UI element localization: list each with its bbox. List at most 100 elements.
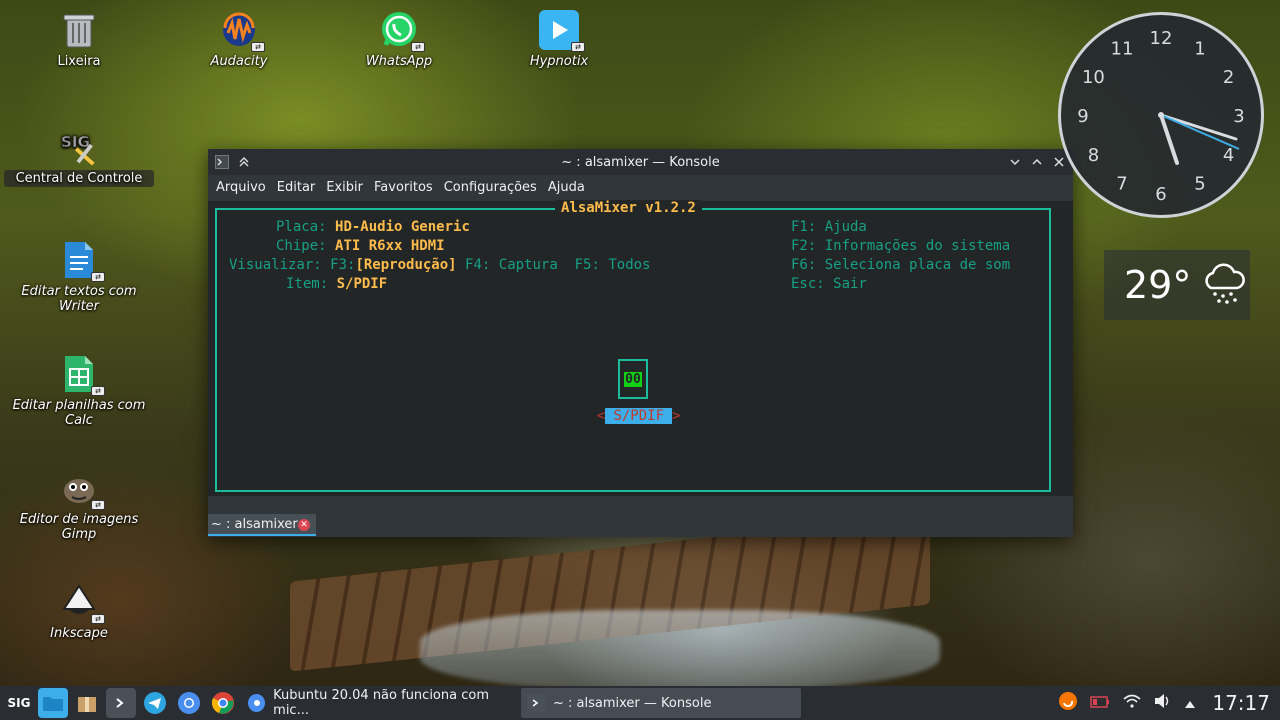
desktop-icon-label: Inkscape	[50, 626, 108, 641]
desktop-icon-label: WhatsApp	[365, 54, 433, 69]
weather-widget[interactable]: 29°	[1104, 250, 1250, 320]
menu-arquivo[interactable]: Arquivo	[212, 180, 273, 195]
desktop-icon-writer[interactable]: ⇄ Editar textos com Writer	[4, 240, 154, 314]
link-badge-icon: ⇄	[91, 614, 105, 624]
volume-icon[interactable]	[1154, 693, 1172, 713]
tab-bar: ~ : alsamixer ✕	[208, 514, 1073, 536]
clock-number: 4	[1223, 145, 1234, 166]
weather-temperature: 29°	[1124, 263, 1192, 307]
taskbar-clock[interactable]: 17:17	[1212, 691, 1270, 715]
alsamixer-title: AlsaMixer v1.2.2	[555, 200, 702, 216]
tab-label: ~ : alsamixer	[211, 516, 298, 532]
spdif-control[interactable]: 00	[618, 359, 648, 399]
konsole-app-icon[interactable]	[212, 152, 232, 172]
menu-configuracoes[interactable]: Configurações	[440, 180, 544, 195]
arrow-right: >	[672, 408, 681, 424]
item-line: Item: S/PDIF	[286, 275, 387, 294]
window-titlebar[interactable]: ~ : alsamixer — Konsole	[208, 149, 1073, 175]
tab-close-icon[interactable]: ✕	[298, 519, 310, 531]
application-launcher-icon[interactable]: SIG	[4, 688, 34, 718]
whatsapp-icon: ⇄	[379, 10, 425, 52]
expand-tray-icon[interactable]	[1184, 694, 1196, 713]
tab-alsamixer[interactable]: ~ : alsamixer ✕	[208, 514, 316, 536]
task-konsole[interactable]: ~ : alsamixer — Konsole	[521, 688, 801, 718]
system-tray: 17:17	[1058, 691, 1280, 715]
clock-number: 8	[1088, 145, 1099, 166]
menu-exibir[interactable]: Exibir	[322, 180, 370, 195]
menu-bar: Arquivo Editar Exibir Favoritos Configur…	[208, 175, 1073, 199]
link-badge-icon: ⇄	[571, 42, 585, 52]
inkscape-icon: ⇄	[59, 582, 105, 624]
spdif-control-value: 00	[624, 371, 642, 387]
desktop-icon-label: Editor de imagens Gimp	[19, 512, 139, 542]
package-box-icon[interactable]	[72, 688, 102, 718]
help-f2[interactable]: F2: Informações do sistema	[791, 237, 1010, 256]
spdif-control-label[interactable]: < S/PDIF >	[597, 407, 680, 426]
clock-number: 3	[1233, 106, 1244, 127]
item-value: S/PDIF	[336, 276, 388, 292]
desktop-icon-control-center[interactable]: SIG Central de Controle	[4, 126, 154, 187]
view-f4[interactable]: F4: Captura	[465, 257, 558, 273]
link-badge-icon: ⇄	[91, 500, 105, 510]
hypnotix-icon: ⇄	[539, 10, 585, 52]
battery-icon[interactable]	[1090, 694, 1110, 713]
audacity-icon: ⇄	[219, 10, 265, 52]
view-line: Visualizar: F3:[Reprodução] F4: Captura …	[229, 256, 650, 275]
writer-document-icon: ⇄	[59, 240, 105, 282]
view-f5[interactable]: F5: Todos	[575, 257, 651, 273]
clock-face: 12 12 3 45 6 789 10 11	[1077, 28, 1244, 205]
file-manager-icon[interactable]	[38, 688, 68, 718]
menu-favoritos[interactable]: Favoritos	[370, 180, 440, 195]
desktop-icon-label: Hypnotix	[529, 54, 589, 69]
trash-icon	[59, 10, 99, 50]
task-label: Kubuntu 20.04 não funciona com mic...	[273, 688, 489, 718]
clock-number: 9	[1077, 106, 1088, 127]
desktop-icon-label: Editar planilhas com Calc	[12, 398, 146, 428]
chromium-icon[interactable]	[174, 688, 204, 718]
clock-minute-hand	[1159, 113, 1179, 165]
telegram-icon[interactable]	[140, 688, 170, 718]
analog-clock-widget[interactable]: 12 1 2 3 4 5 6 7 8 9 10 11	[1058, 12, 1264, 218]
desktop-icon-label: Central de Controle	[4, 170, 154, 187]
menu-ajuda[interactable]: Ajuda	[544, 180, 592, 195]
alsamixer-frame: AlsaMixer v1.2.2 Placa: HD-Audio Generic…	[215, 200, 1051, 492]
keep-above-icon[interactable]	[234, 152, 254, 172]
link-badge-icon: ⇄	[251, 42, 265, 52]
update-notifier-icon[interactable]	[1058, 691, 1078, 715]
desktop-icon-trash[interactable]: Lixeira	[4, 10, 154, 69]
desktop-icon-whatsapp[interactable]: ⇄ WhatsApp	[324, 10, 474, 69]
desktop-icon-gimp[interactable]: ⇄ Editor de imagens Gimp	[4, 468, 154, 542]
view-f3[interactable]: F3:	[330, 257, 355, 273]
window-title: ~ : alsamixer — Konsole	[561, 154, 720, 170]
menu-editar[interactable]: Editar	[273, 180, 323, 195]
help-esc[interactable]: Esc: Sair	[791, 275, 867, 294]
terminal-icon[interactable]	[106, 688, 136, 718]
maximize-icon[interactable]	[1027, 152, 1047, 172]
item-label: Item:	[286, 276, 329, 292]
taskbar: SIG Kubuntu 20.04 não funciona com mic..…	[0, 686, 1280, 720]
close-icon[interactable]	[1049, 152, 1069, 172]
desktop-icon-calc[interactable]: ⇄ Editar planilhas com Calc	[4, 354, 154, 428]
konsole-window[interactable]: ~ : alsamixer — Konsole Arquivo Editar E…	[208, 149, 1073, 537]
task-browser[interactable]: Kubuntu 20.04 não funciona com mic...	[242, 688, 517, 718]
view-f3-value[interactable]: [Reprodução]	[355, 257, 456, 273]
clock-center	[1158, 112, 1164, 118]
desktop-icon-inkscape[interactable]: ⇄ Inkscape	[4, 582, 154, 641]
clock-number: 5	[1194, 174, 1205, 195]
clock-hour-hand	[1159, 113, 1238, 141]
help-f6[interactable]: F6: Seleciona placa de som	[791, 256, 1010, 275]
terminal-icon	[527, 694, 545, 712]
control-center-icon: SIG	[59, 126, 99, 166]
wifi-icon[interactable]	[1122, 693, 1142, 713]
desktop-icon-hypnotix[interactable]: ⇄ Hypnotix	[484, 10, 634, 69]
terminal-area[interactable]: AlsaMixer v1.2.2 Placa: HD-Audio Generic…	[208, 200, 1073, 496]
clock-number: 7	[1116, 174, 1127, 195]
wallpaper-stream	[420, 610, 940, 690]
link-badge-icon: ⇄	[91, 272, 105, 282]
card-label: Placa:	[276, 219, 327, 235]
chrome-icon[interactable]	[208, 688, 238, 718]
help-f1[interactable]: F1: Ajuda	[791, 218, 867, 237]
clock-number: 2	[1223, 67, 1234, 88]
minimize-icon[interactable]	[1005, 152, 1025, 172]
desktop-icon-audacity[interactable]: ⇄ Audacity	[164, 10, 314, 69]
